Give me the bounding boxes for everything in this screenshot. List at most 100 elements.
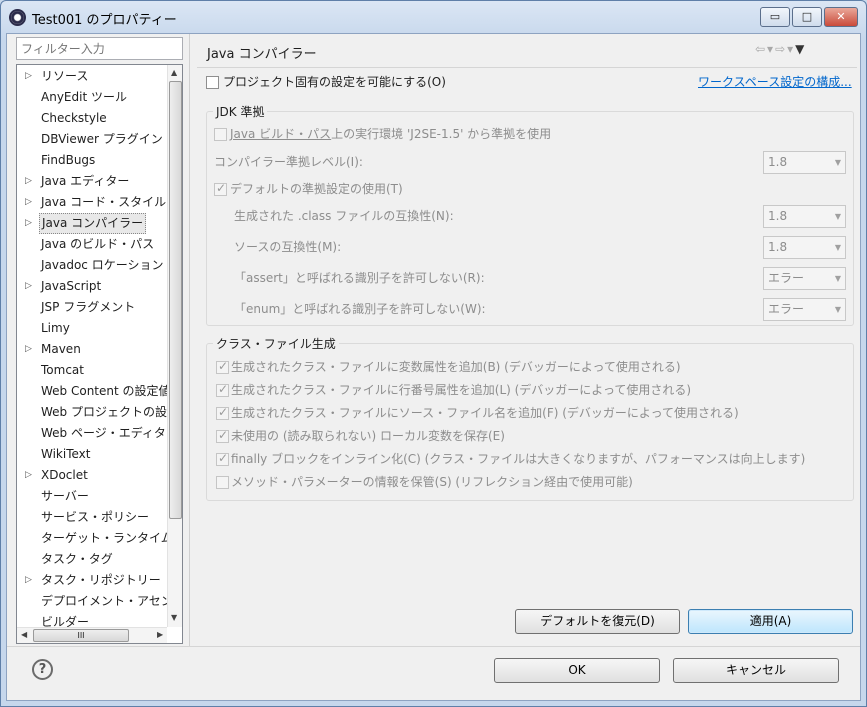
tree-item[interactable]: サービス・ポリシー — [17, 507, 167, 528]
tree-item[interactable]: ▷ Java コード・スタイル — [17, 192, 167, 213]
tree-item[interactable]: Web Content の設定値 — [17, 381, 171, 402]
pane-splitter[interactable] — [189, 34, 193, 646]
tree-item[interactable]: Tomcat — [17, 360, 167, 381]
apply-button[interactable]: 適用(A) — [688, 609, 853, 634]
source-compat-select[interactable]: 1.8 ▼ — [763, 236, 846, 259]
forward-arrow-icon[interactable]: ⇨▾ — [775, 42, 795, 56]
tree-item-label: Web プロジェクトの設 — [41, 405, 167, 419]
expand-arrow-icon[interactable]: ▷ — [25, 339, 32, 360]
tree-item-label: JSP フラグメント — [41, 300, 136, 314]
button-bar-separator — [7, 646, 860, 647]
expand-arrow-icon[interactable]: ▷ — [25, 570, 32, 591]
tree-item-label: Limy — [41, 321, 70, 335]
tree-item[interactable]: Web ページ・エディタ — [17, 423, 167, 444]
chevron-down-icon: ▼ — [834, 274, 841, 283]
tree-item-label: DBViewer プラグイン — [41, 132, 163, 146]
tree-item[interactable]: ▷ JavaScript — [17, 276, 167, 297]
expand-arrow-icon[interactable]: ▷ — [25, 171, 32, 192]
tree-item[interactable]: タスク・タグ — [17, 549, 167, 570]
enum-identifier-label: 「enum」と呼ばれる識別子を許可しない(W): — [234, 302, 486, 316]
tree-item[interactable]: DBViewer プラグイン — [17, 129, 167, 150]
tree-item[interactable]: サーバー — [17, 486, 167, 507]
back-arrow-icon[interactable]: ⇦▾ — [755, 42, 775, 56]
tree-item[interactable]: FindBugs — [17, 150, 167, 171]
tree-item-label: AnyEdit ツール — [41, 90, 127, 104]
tree-item[interactable]: ▷ タスク・リポジトリー — [17, 570, 167, 591]
page-title: Java コンパイラー — [207, 47, 317, 62]
tree-item[interactable]: ▷ Java コンパイラー — [17, 213, 167, 234]
tree-item[interactable]: ▷ Maven — [17, 339, 167, 360]
tree-item[interactable]: Web プロジェクトの設 — [17, 402, 167, 423]
build-path-link[interactable]: Java ビルド・パス — [230, 127, 331, 141]
restore-defaults-button[interactable]: デフォルトを復元(D) — [515, 609, 680, 634]
eclipse-app-icon — [9, 9, 26, 26]
tree-item-label: リソース — [41, 69, 89, 83]
tree-horizontal-scrollbar[interactable]: ◀ III ▶ — [17, 627, 167, 643]
tree-item[interactable]: ターゲット・ランタイム — [17, 528, 173, 549]
cancel-button[interactable]: キャンセル — [673, 658, 839, 683]
title-bar[interactable]: Test001 のプロパティー ▭ □ ✕ — [1, 1, 866, 33]
classfile-option-checkbox[interactable] — [216, 476, 229, 489]
classfile-option-checkbox[interactable] — [216, 382, 229, 397]
enum-identifier-select[interactable]: エラー ▼ — [763, 298, 846, 321]
tree-item-label: ターゲット・ランタイム — [41, 531, 173, 545]
expand-arrow-icon[interactable]: ▷ — [25, 276, 32, 297]
tree-hscroll-thumb[interactable]: III — [33, 629, 129, 642]
tree-item[interactable]: ▷ リソース — [17, 66, 167, 87]
class-compat-select[interactable]: 1.8 ▼ — [763, 205, 846, 228]
chevron-down-icon: ▼ — [834, 243, 841, 252]
assert-identifier-select[interactable]: エラー ▼ — [763, 267, 846, 290]
scroll-right-icon[interactable]: ▶ — [157, 630, 163, 639]
tree-item-label: Java エディター — [41, 174, 130, 188]
tree-vertical-scrollbar[interactable]: ▲ ▼ — [167, 65, 182, 627]
project-specific-checkbox[interactable] — [206, 76, 219, 89]
close-button[interactable]: ✕ — [824, 7, 858, 27]
expand-arrow-icon[interactable]: ▷ — [25, 66, 32, 87]
tree-item[interactable]: AnyEdit ツール — [17, 87, 167, 108]
use-build-path-checkbox[interactable] — [214, 128, 227, 141]
scroll-left-icon[interactable]: ◀ — [21, 630, 27, 639]
expand-arrow-icon[interactable]: ▷ — [25, 465, 32, 486]
classfile-option-checkbox[interactable] — [216, 359, 229, 374]
tree-item[interactable]: デプロイメント・アセン — [17, 591, 173, 612]
view-menu-icon[interactable]: ▼ — [795, 42, 806, 56]
classfile-option-label: 生成されたクラス・ファイルに変数属性を追加(B) (デバッガーによって使用される… — [231, 360, 681, 374]
properties-dialog: Test001 のプロパティー ▭ □ ✕ ▷ リソース AnyEdit ツール Ch… — [0, 0, 867, 707]
tree-item[interactable]: Limy — [17, 318, 167, 339]
scroll-up-icon[interactable]: ▲ — [171, 68, 177, 77]
tree-item[interactable]: Javadoc ロケーション — [17, 255, 167, 276]
ok-button[interactable]: OK — [494, 658, 660, 683]
classfile-option-label: 生成されたクラス・ファイルに行番号属性を追加(L) (デバッガーによって使用され… — [231, 383, 692, 397]
tree-item[interactable]: Checkstyle — [17, 108, 167, 129]
tree-item[interactable]: WikiText — [17, 444, 167, 465]
maximize-button[interactable]: □ — [792, 7, 822, 27]
scroll-down-icon[interactable]: ▼ — [171, 613, 177, 622]
tree-item[interactable]: ▷ XDoclet — [17, 465, 167, 486]
help-icon[interactable]: ? — [32, 659, 53, 680]
tree-item[interactable]: JSP フラグメント — [17, 297, 167, 318]
tree-item-label: サーバー — [41, 489, 89, 503]
classfile-option-label: finally ブロックをインライン化(C) (クラス・ファイルは大きくなります… — [231, 452, 806, 466]
classfile-option-checkbox[interactable] — [216, 451, 229, 466]
tree-item[interactable]: Java のビルド・パス — [17, 234, 167, 255]
minimize-button[interactable]: ▭ — [760, 7, 790, 27]
assert-identifier-label: 「assert」と呼ばれる識別子を許可しない(R): — [234, 271, 485, 285]
filter-input[interactable] — [16, 37, 183, 60]
tree-item-label: Web Content の設定値 — [41, 384, 171, 398]
classfile-option-checkbox[interactable] — [216, 428, 229, 443]
tree-vscroll-thumb[interactable] — [169, 81, 182, 519]
title-separator — [197, 67, 857, 68]
source-compat-label: ソースの互換性(M): — [234, 240, 342, 254]
tree-item[interactable]: ▷ Java エディター — [17, 171, 167, 192]
tree-item-label: デプロイメント・アセン — [41, 594, 173, 608]
tree-item-label: XDoclet — [41, 468, 88, 482]
workspace-settings-link[interactable]: ワークスペース設定の構成... — [698, 75, 852, 90]
expand-arrow-icon[interactable]: ▷ — [25, 213, 32, 234]
classfile-option-label: メソッド・パラメーターの情報を保管(S) (リフレクション経由で使用可能) — [231, 475, 633, 489]
expand-arrow-icon[interactable]: ▷ — [25, 192, 32, 213]
tree-item-label: Java のビルド・パス — [41, 237, 155, 251]
compliance-level-select[interactable]: 1.8 ▼ — [763, 151, 846, 174]
tree-item-label: Maven — [41, 342, 81, 356]
use-default-compliance-checkbox[interactable] — [214, 181, 227, 196]
classfile-option-checkbox[interactable] — [216, 405, 229, 420]
